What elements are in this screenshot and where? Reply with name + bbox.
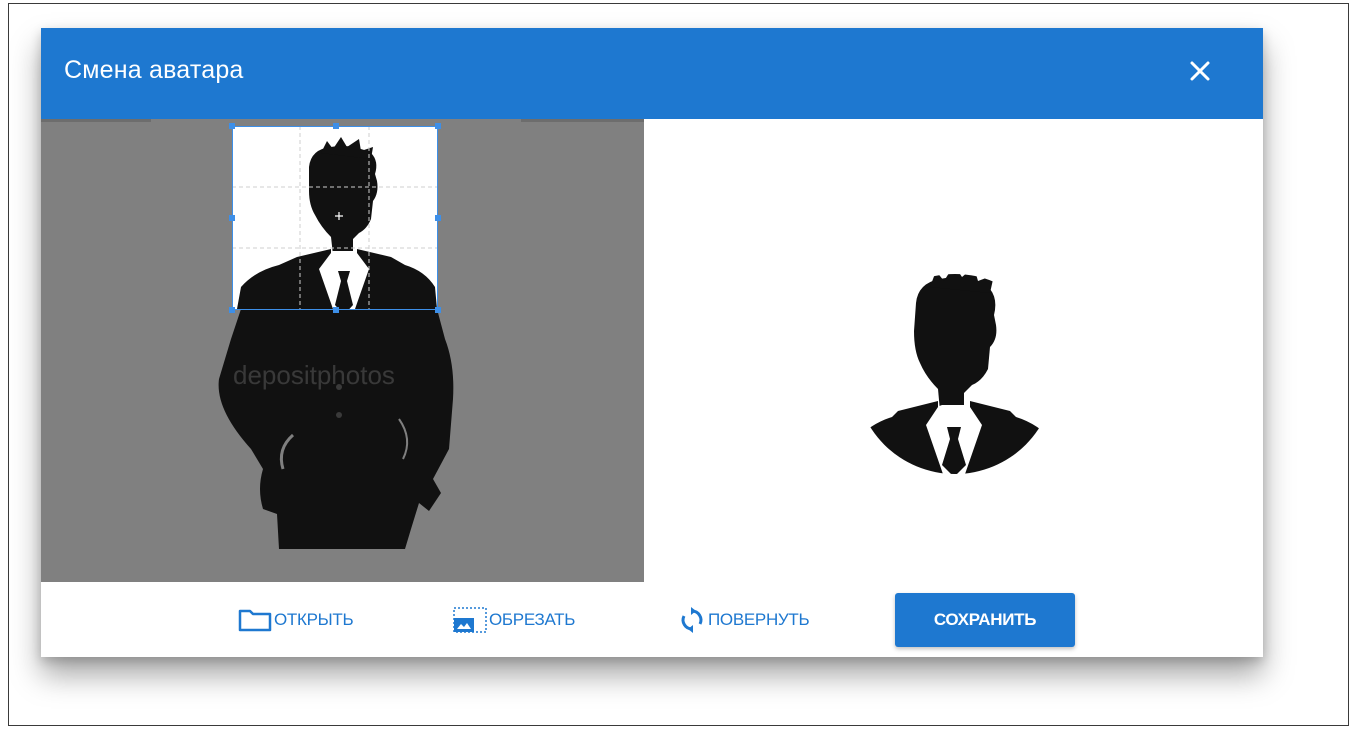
crop-handle-top-left[interactable] (229, 123, 235, 129)
crop-handle-bottom-left[interactable] (229, 307, 235, 313)
crop-handle-bottom[interactable] (333, 307, 339, 313)
crop-box[interactable] (229, 123, 441, 313)
open-label: ОТКРЫТЬ (274, 609, 354, 629)
dialog-toolbar: ОТКРЫТЬ ОБРЕЗАТЬ ПОВЕРНУТЬ СОХРАНИТЬ (41, 582, 1263, 657)
rotate-button[interactable]: ПОВЕРНУТЬ (679, 582, 810, 657)
crop-label: ОБРЕЗАТЬ (489, 609, 576, 629)
avatar-preview (644, 119, 1263, 582)
crop-handle-top-right[interactable] (435, 123, 441, 129)
image-editor[interactable]: depositphotos (41, 119, 644, 582)
preview-avatar (855, 274, 1055, 474)
avatar-dialog: Смена аватара depositphotos ОТКРЫТЬ ОБРЕ… (41, 28, 1263, 657)
watermark-text: depositphotos (233, 360, 395, 390)
save-button[interactable]: СОХРАНИТЬ (895, 593, 1075, 647)
crop-button[interactable]: ОБРЕЗАТЬ (452, 582, 575, 657)
close-button[interactable] (1183, 54, 1217, 88)
rotate-icon (681, 606, 703, 633)
close-icon (1190, 61, 1210, 81)
crop-handle-left[interactable] (229, 215, 235, 221)
crop-handle-bottom-right[interactable] (435, 307, 441, 313)
open-button[interactable]: ОТКРЫТЬ (238, 582, 354, 657)
crop-image-icon (453, 606, 487, 633)
dialog-header: Смена аватара (41, 28, 1263, 119)
dialog-title: Смена аватара (64, 56, 244, 84)
crop-handle-top[interactable] (333, 123, 339, 129)
rotate-label: ПОВЕРНУТЬ (708, 609, 810, 629)
crop-handle-right[interactable] (435, 215, 441, 221)
folder-icon (238, 609, 272, 631)
